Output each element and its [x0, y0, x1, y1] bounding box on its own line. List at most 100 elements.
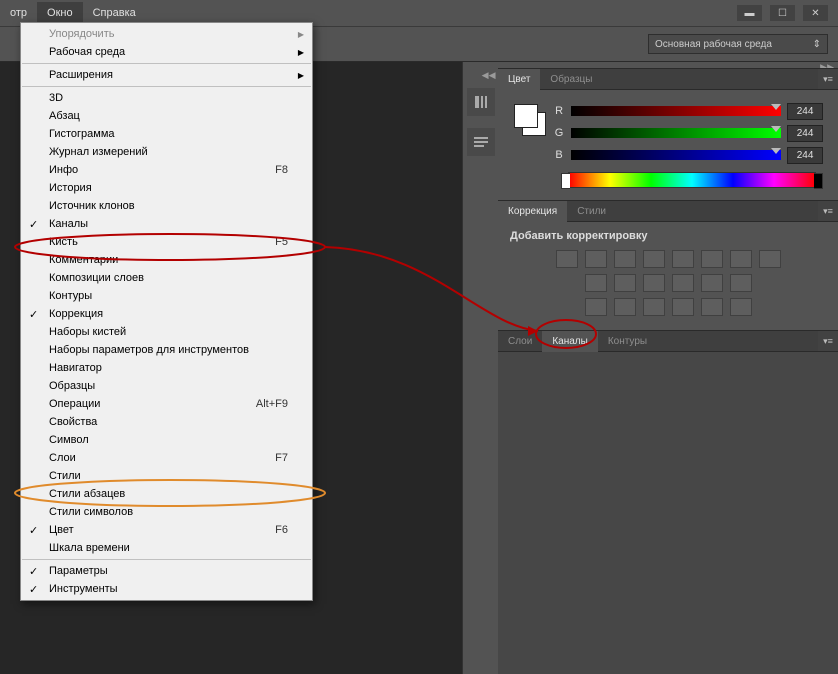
tab-paths[interactable]: Контуры — [598, 331, 657, 352]
menu-item[interactable]: Журнал измерений — [21, 143, 312, 161]
tab-styles[interactable]: Стили — [567, 201, 616, 222]
menu-item[interactable]: Источник клонов — [21, 197, 312, 215]
color-panel-body: R 244 G 244 B 244 — [498, 90, 838, 200]
color-lookup-icon[interactable] — [643, 274, 665, 292]
menubar-item-truncated[interactable]: отр — [0, 2, 37, 24]
minimize-button[interactable]: ▬ — [737, 5, 762, 21]
threshold-icon[interactable] — [730, 274, 752, 292]
menu-item[interactable]: ✓ Каналы — [21, 215, 312, 233]
r-slider[interactable] — [571, 106, 781, 116]
menu-item[interactable]: Абзац — [21, 107, 312, 125]
menu-item[interactable]: Символ — [21, 431, 312, 449]
levels-icon[interactable] — [585, 250, 607, 268]
g-value-input[interactable]: 244 — [787, 125, 823, 142]
menu-item[interactable]: Гистограмма — [21, 125, 312, 143]
menu-item[interactable]: 3D — [21, 89, 312, 107]
menu-item[interactable]: Рабочая среда — [21, 43, 312, 61]
panel-flyout-menu-icon[interactable]: ▾≡ — [818, 69, 838, 89]
menu-item[interactable]: Навигатор — [21, 359, 312, 377]
close-button[interactable]: ✕ — [803, 5, 828, 21]
tab-swatches[interactable]: Образцы — [540, 69, 602, 90]
chevron-updown-icon: ⇕ — [813, 39, 821, 50]
menu-item[interactable]: ✓ЦветF6 — [21, 521, 312, 539]
checkmark-icon: ✓ — [29, 308, 38, 321]
tab-layers[interactable]: Слои — [498, 331, 542, 352]
grad-map-icon[interactable] — [585, 298, 607, 316]
menu-item[interactable]: Композиции слоев — [21, 269, 312, 287]
adj-icon-6[interactable] — [730, 298, 752, 316]
menu-item[interactable]: Стили абзацев — [21, 485, 312, 503]
r-value-input[interactable]: 244 — [787, 103, 823, 120]
adj-icon-4[interactable] — [672, 298, 694, 316]
menu-item-label: Расширения — [49, 69, 113, 81]
curves-icon[interactable] — [614, 250, 636, 268]
menu-item-label: Каналы — [49, 218, 88, 230]
menu-item[interactable]: ✓ Коррекция — [21, 305, 312, 323]
menu-item[interactable]: ✓Инструменты — [21, 580, 312, 598]
menu-item-label: Журнал измерений — [49, 146, 148, 158]
panel-flyout-menu-icon[interactable]: ▾≡ — [818, 331, 838, 351]
adj-icon-3[interactable] — [643, 298, 665, 316]
menu-item[interactable]: Наборы параметров для инструментов — [21, 341, 312, 359]
hue-ramp[interactable] — [568, 172, 816, 188]
invert-icon[interactable] — [672, 274, 694, 292]
menu-item[interactable]: Шкала времени — [21, 539, 312, 557]
menubar-item-help[interactable]: Справка — [83, 2, 146, 24]
r-channel-label: R — [553, 105, 565, 117]
menu-item[interactable]: Комментарии — [21, 251, 312, 269]
collapsed-panel-icon-2[interactable] — [467, 128, 495, 156]
panel-dock: ▶▶ Цвет Образцы ▾≡ R 244 G 244 — [498, 62, 838, 674]
menu-item[interactable]: Стили символов — [21, 503, 312, 521]
vibrance-icon[interactable] — [672, 250, 694, 268]
b-value-input[interactable]: 244 — [787, 147, 823, 164]
menu-item[interactable]: ОперацииAlt+F9 — [21, 395, 312, 413]
menu-item-label: Контуры — [49, 290, 92, 302]
fg-bg-swatch[interactable] — [510, 100, 550, 140]
brightness-icon[interactable] — [556, 250, 578, 268]
menu-item-label: Цвет — [49, 524, 74, 536]
menu-item[interactable]: Стили — [21, 467, 312, 485]
menubar-item-window[interactable]: Окно — [37, 2, 83, 24]
g-slider[interactable] — [571, 128, 781, 138]
tab-corrections[interactable]: Коррекция — [498, 201, 567, 222]
tab-color[interactable]: Цвет — [498, 69, 540, 90]
menu-item[interactable]: СлоиF7 — [21, 449, 312, 467]
workspace-label: Основная рабочая среда — [655, 39, 772, 50]
foreground-color-swatch[interactable] — [514, 104, 538, 128]
bw-icon[interactable] — [759, 250, 781, 268]
g-slider-handle[interactable] — [771, 126, 781, 132]
menu-item-label: Комментарии — [49, 254, 118, 266]
add-adjustment-label: Добавить корректировку — [510, 230, 826, 242]
workspace-selector[interactable]: Основная рабочая среда ⇕ — [648, 34, 828, 54]
menu-item-shortcut: F6 — [275, 524, 288, 536]
menu-item[interactable]: ИнфоF8 — [21, 161, 312, 179]
channel-mixer-icon[interactable] — [614, 274, 636, 292]
menu-item[interactable]: Контуры — [21, 287, 312, 305]
menu-separator — [22, 559, 311, 560]
adj-icon-5[interactable] — [701, 298, 723, 316]
menu-item[interactable]: Свойства — [21, 413, 312, 431]
photo-filter-icon[interactable] — [585, 274, 607, 292]
exposure-icon[interactable] — [643, 250, 665, 268]
tab-channels[interactable]: Каналы — [542, 331, 598, 352]
menu-item[interactable]: КистьF5 — [21, 233, 312, 251]
menu-item[interactable]: Наборы кистей — [21, 323, 312, 341]
sel-color-icon[interactable] — [614, 298, 636, 316]
menu-item[interactable]: ✓Параметры — [21, 562, 312, 580]
menu-item[interactable]: Образцы — [21, 377, 312, 395]
posterize-icon[interactable] — [701, 274, 723, 292]
checkmark-icon: ✓ — [29, 218, 38, 231]
panel-flyout-menu-icon[interactable]: ▾≡ — [818, 201, 838, 221]
r-slider-handle[interactable] — [771, 104, 781, 110]
expand-strip-icon[interactable]: ◀◀ — [482, 70, 496, 76]
menu-item-label: Наборы кистей — [49, 326, 126, 338]
hue-sat-icon[interactable] — [701, 250, 723, 268]
menu-item[interactable]: Расширения — [21, 66, 312, 84]
b-slider[interactable] — [571, 150, 781, 160]
menu-item[interactable]: История — [21, 179, 312, 197]
b-slider-handle[interactable] — [771, 148, 781, 154]
color-bal-icon[interactable] — [730, 250, 752, 268]
maximize-button[interactable]: ☐ — [770, 5, 795, 21]
collapsed-panel-icon-1[interactable] — [467, 88, 495, 116]
menu-item-label: Коррекция — [49, 308, 103, 320]
